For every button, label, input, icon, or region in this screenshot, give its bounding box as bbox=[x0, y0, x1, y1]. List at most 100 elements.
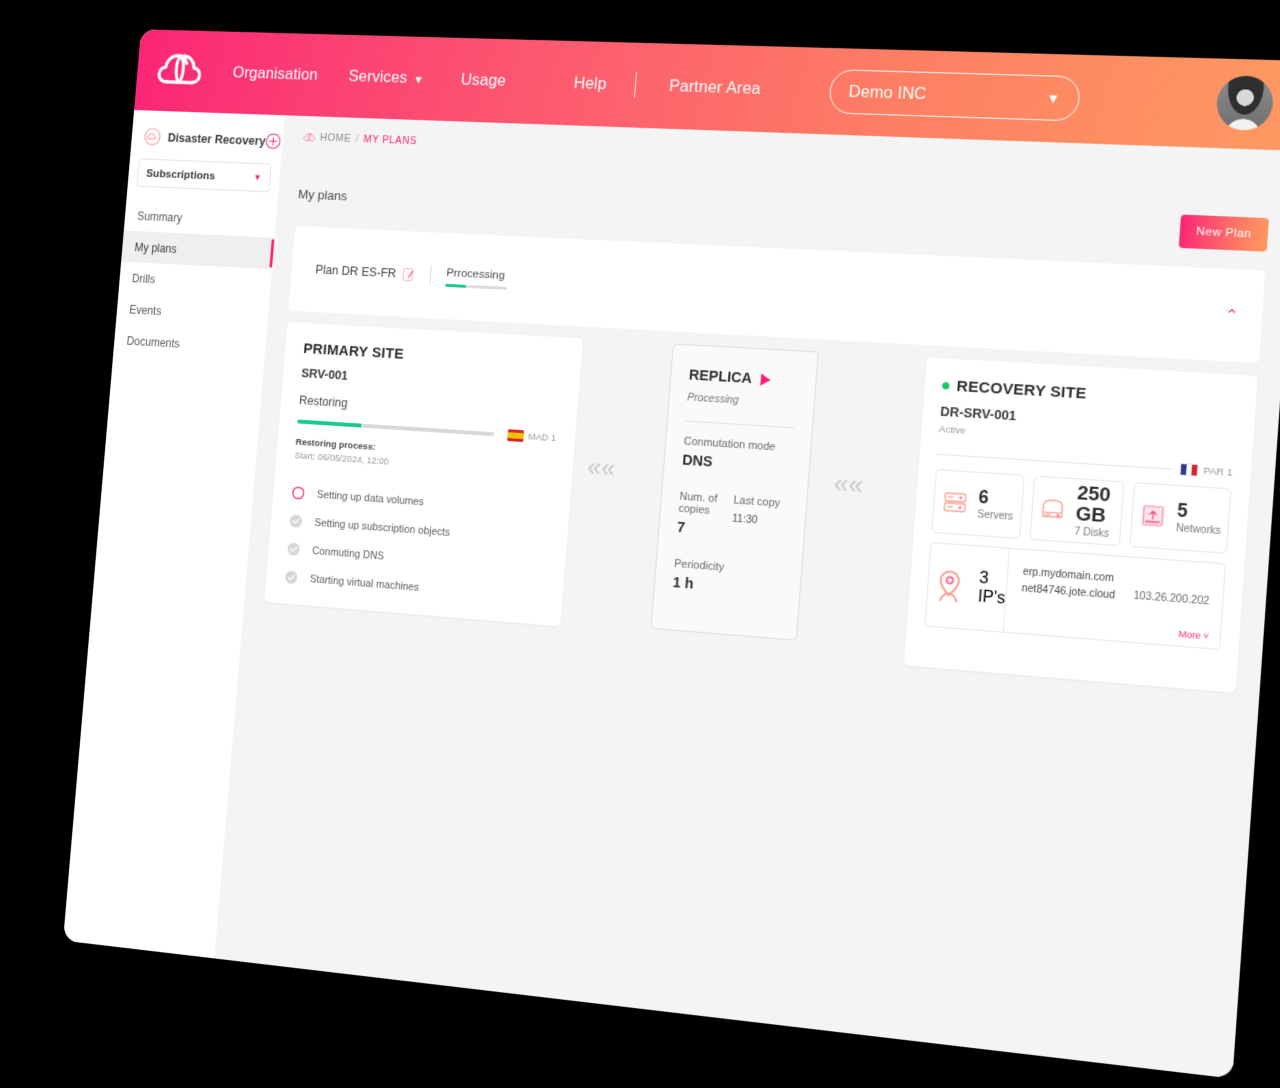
server-rack-icon bbox=[941, 488, 970, 517]
num-copies-value: 7 bbox=[676, 519, 686, 537]
last-copy-block: Last copy 11:30 bbox=[730, 494, 788, 543]
circle-pending-icon bbox=[291, 485, 306, 500]
sidebar-item-label: My plans bbox=[134, 240, 178, 256]
plan-name: Plan DR ES-FR bbox=[314, 262, 397, 281]
chevron-down-icon: ▼ bbox=[1045, 90, 1061, 107]
subscriptions-label: Subscriptions bbox=[145, 166, 216, 182]
flag-es-icon bbox=[506, 429, 524, 443]
nav-divider bbox=[634, 72, 638, 98]
disk-icon bbox=[1038, 495, 1067, 524]
cloud-outline-icon bbox=[143, 127, 161, 146]
plan-status: Prrocessing bbox=[445, 265, 509, 290]
step-label: Setting up subscription objects bbox=[314, 516, 451, 539]
stat-ips[interactable]: 3 IP's bbox=[925, 543, 1010, 632]
panel-divider bbox=[429, 265, 433, 286]
sidebar-item-label: Events bbox=[128, 302, 162, 318]
status-badge bbox=[941, 381, 950, 390]
step-label: Conmuting DNS bbox=[311, 544, 385, 562]
recovery-site-title: RECOVERY SITE bbox=[955, 377, 1087, 403]
stat-networks[interactable]: 5 Networks bbox=[1129, 482, 1232, 554]
plan-status-progressbar bbox=[445, 283, 508, 290]
commutation-mode-label: Conmutation mode bbox=[683, 435, 776, 454]
stat-disks-value: 250 GB bbox=[1074, 482, 1112, 527]
play-icon[interactable] bbox=[760, 373, 772, 387]
breadcrumb-separator: / bbox=[355, 133, 360, 145]
breadcrumb-current: MY PLANS bbox=[363, 133, 418, 148]
network-icon bbox=[1138, 501, 1168, 530]
last-copy-label: Last copy bbox=[733, 494, 781, 510]
stat-servers[interactable]: 6 Servers bbox=[931, 469, 1025, 540]
organisation-selector-value: Demo INC bbox=[848, 82, 928, 103]
sidebar-service-label: Disaster Recovery bbox=[167, 130, 267, 148]
cloud-logo[interactable] bbox=[155, 50, 204, 93]
nav-item-services[interactable]: Services ▼ bbox=[348, 67, 425, 88]
avatar[interactable] bbox=[1214, 75, 1275, 132]
replica-header: REPLICA bbox=[688, 367, 798, 389]
periodicity-label: Periodicity bbox=[673, 557, 725, 574]
step-label: Setting up data volumes bbox=[316, 488, 425, 508]
replica-copies-row: Num. of copies 7 Last copy 11:30 bbox=[676, 491, 788, 544]
check-circle-icon bbox=[289, 514, 303, 528]
flow-arrow-left-1: «« bbox=[586, 451, 617, 484]
nav-item-help[interactable]: Help bbox=[573, 74, 607, 94]
check-circle-icon bbox=[284, 570, 298, 585]
num-copies-block: Num. of copies 7 bbox=[676, 491, 734, 540]
sidebar-nav: Summary My plans Drills Events Documents bbox=[113, 199, 277, 364]
num-copies-label: Num. of copies bbox=[678, 490, 718, 517]
chevron-down-icon: ▼ bbox=[253, 172, 262, 183]
flag-fr-icon bbox=[1179, 462, 1199, 477]
stat-networks-caption: Networks bbox=[1175, 522, 1222, 538]
recovery-region-label: PAR 1 bbox=[1203, 464, 1234, 479]
main-navigation: Organisation Services ▼ Usage Help Partne… bbox=[232, 60, 762, 102]
subscriptions-dropdown[interactable]: Subscriptions ▼ bbox=[136, 158, 272, 193]
chevron-down-icon: ▼ bbox=[413, 73, 425, 86]
primary-progressbar bbox=[297, 419, 495, 436]
breadcrumb-home[interactable]: HOME bbox=[320, 132, 352, 145]
commutation-mode-value: DNS bbox=[681, 452, 714, 471]
stat-disks[interactable]: 250 GB 7 Disks bbox=[1029, 475, 1125, 547]
stat-servers-caption: Servers bbox=[976, 508, 1014, 523]
nav-item-partner-area[interactable]: Partner Area bbox=[668, 77, 761, 99]
cloud-icon bbox=[302, 132, 316, 143]
replica-card: REPLICA Processing Conmutation mode DNS … bbox=[650, 343, 819, 641]
stat-ips-value: 3 bbox=[978, 569, 990, 588]
new-plan-button[interactable]: New Plan bbox=[1178, 214, 1270, 252]
main-content: HOME / MY PLANS My plans New Plan Plan D… bbox=[214, 115, 1280, 1079]
replica-state: Processing bbox=[686, 391, 740, 407]
recovery-ip-box: 3 IP's erp.mydomain.com net84746.jote.cl… bbox=[924, 541, 1227, 651]
organisation-selector[interactable]: Demo INC ▼ bbox=[828, 69, 1082, 122]
plan-status-label: Prrocessing bbox=[445, 265, 506, 282]
sidebar-item-label: Drills bbox=[131, 271, 156, 286]
primary-steps-list: Setting up data volumes Setting up subsc… bbox=[283, 478, 551, 611]
primary-site-server: SRV-001 bbox=[300, 365, 349, 383]
primary-site-card: PRIMARY SITE SRV-001 Restoring MAD 1 Res… bbox=[264, 322, 584, 627]
plus-circle-icon[interactable] bbox=[265, 133, 282, 150]
location-pin-icon bbox=[927, 563, 972, 608]
app-body: Disaster Recovery Subscriptions ▼ Summar… bbox=[63, 110, 1280, 1079]
nav-services-label: Services bbox=[347, 67, 409, 87]
check-circle-icon bbox=[287, 542, 301, 556]
sidebar-item-label: Documents bbox=[126, 333, 181, 351]
chevron-up-icon[interactable]: ⌃ bbox=[1224, 306, 1239, 324]
edit-document-icon[interactable] bbox=[402, 267, 416, 282]
app-window: Organisation Services ▼ Usage Help Partne… bbox=[63, 29, 1280, 1079]
sidebar-service-header[interactable]: Disaster Recovery bbox=[131, 123, 284, 150]
sidebar-item-label: Summary bbox=[136, 208, 183, 225]
replica-title: REPLICA bbox=[688, 367, 753, 388]
primary-region-badge: MAD 1 bbox=[506, 429, 557, 444]
stat-servers-value: 6 bbox=[977, 486, 990, 509]
flow-arrow-left-2: «« bbox=[832, 467, 865, 501]
recovery-stats-row: 6 Servers 250 GB 7 Disks 5 Networks bbox=[931, 469, 1232, 554]
more-link[interactable]: More ˅ bbox=[1178, 629, 1209, 642]
periodicity-block: Periodicity 1 h bbox=[672, 558, 783, 600]
periodicity-value: 1 h bbox=[672, 574, 695, 593]
primary-region-label: MAD 1 bbox=[527, 430, 557, 444]
nav-item-usage[interactable]: Usage bbox=[460, 70, 506, 90]
stat-networks-value: 5 bbox=[1176, 500, 1189, 522]
plan-cards-row: PRIMARY SITE SRV-001 Restoring MAD 1 Res… bbox=[262, 322, 1258, 714]
recovery-domains: erp.mydomain.com net84746.jote.cloud 103… bbox=[1004, 549, 1225, 649]
stat-disks-caption: 7 Disks bbox=[1073, 526, 1110, 541]
replica-divider bbox=[685, 420, 794, 429]
nav-item-organisation[interactable]: Organisation bbox=[232, 64, 318, 85]
last-copy-value: 11:30 bbox=[731, 512, 759, 527]
